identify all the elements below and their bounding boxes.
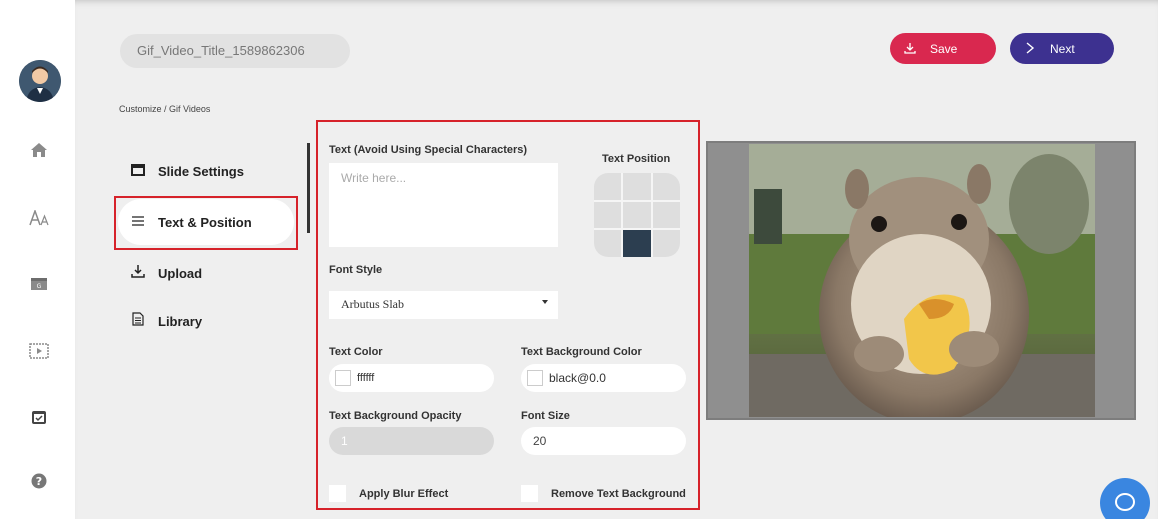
position-top-center[interactable] xyxy=(623,173,651,200)
preview-image xyxy=(749,144,1095,417)
gif-icon[interactable]: G xyxy=(28,273,50,295)
font-style-select[interactable]: Arbutus Slab xyxy=(329,291,558,319)
position-top-left[interactable] xyxy=(594,173,622,200)
menu-item-label: Library xyxy=(158,313,203,329)
menu-item-upload[interactable]: Upload xyxy=(118,250,294,296)
bg-color-value: black@0.0 xyxy=(549,371,606,385)
position-middle-right[interactable] xyxy=(652,201,680,229)
bg-color-field[interactable]: black@0.0 xyxy=(521,364,686,392)
next-button[interactable]: Next xyxy=(1010,33,1114,64)
remove-bg-label: Remove Text Background xyxy=(551,488,686,500)
text-color-value: ffffff xyxy=(357,372,375,384)
text-color-field[interactable]: ffffff xyxy=(329,364,494,392)
upload-icon xyxy=(118,264,158,282)
svg-text:?: ? xyxy=(36,475,42,488)
home-icon[interactable] xyxy=(28,139,50,161)
page: G ? Gif_Video_Title_1589862306 Customize… xyxy=(0,0,1158,519)
menu-item-label: Upload xyxy=(158,265,203,281)
blur-checkbox[interactable] xyxy=(329,485,346,502)
font-style-value: Arbutus Slab xyxy=(341,297,404,311)
position-bottom-left[interactable] xyxy=(594,230,622,257)
menu-item-slide-settings[interactable]: Slide Settings xyxy=(118,148,294,194)
bg-color-label: Text Background Color xyxy=(521,346,642,358)
breadcrumb: Customize / Gif Videos xyxy=(119,104,211,114)
opacity-label: Text Background Opacity xyxy=(329,410,462,422)
video-title-input[interactable]: Gif_Video_Title_1589862306 xyxy=(120,34,350,68)
help-icon[interactable]: ? xyxy=(28,470,50,492)
caret-down-icon xyxy=(542,300,548,304)
menu-item-library[interactable]: Library xyxy=(118,298,294,344)
font-size-input[interactable]: 20 xyxy=(521,427,686,455)
font-size-label: Font Size xyxy=(521,410,570,422)
video-icon[interactable] xyxy=(28,340,50,362)
menu-item-label: Slide Settings xyxy=(158,163,244,179)
blur-label: Apply Blur Effect xyxy=(359,488,449,500)
remove-bg-checkbox[interactable] xyxy=(521,485,538,502)
left-rail: G ? xyxy=(0,0,75,519)
calendar-icon[interactable] xyxy=(28,406,50,428)
bg-color-swatch[interactable] xyxy=(527,370,543,386)
chat-icon xyxy=(1115,493,1135,511)
svg-text:G: G xyxy=(37,283,42,290)
avatar[interactable] xyxy=(19,60,61,102)
save-label: Save xyxy=(930,41,958,56)
chevron-right-icon xyxy=(1010,41,1050,57)
document-icon xyxy=(118,312,158,330)
position-middle-center[interactable] xyxy=(623,201,651,229)
menu-scrollbar[interactable] xyxy=(307,143,310,233)
text-color-label: Text Color xyxy=(329,346,383,358)
slide-icon xyxy=(118,163,158,180)
position-middle-left[interactable] xyxy=(594,201,622,229)
text-input[interactable]: Write here... xyxy=(329,163,558,247)
text-position-grid xyxy=(594,173,680,257)
text-label: Text (Avoid Using Special Characters) xyxy=(329,144,528,156)
font-style-label: Font Style xyxy=(329,264,383,276)
gif-preview xyxy=(706,141,1136,420)
download-icon xyxy=(890,41,930,57)
text-position-label: Text Position xyxy=(602,153,671,165)
save-button[interactable]: Save xyxy=(890,33,996,64)
font-icon[interactable] xyxy=(28,207,50,229)
position-top-right[interactable] xyxy=(652,173,680,200)
next-label: Next xyxy=(1050,41,1075,56)
active-menu-highlight xyxy=(114,196,298,250)
text-color-swatch[interactable] xyxy=(335,370,351,386)
opacity-input[interactable]: 1 xyxy=(329,427,494,455)
position-bottom-center[interactable] xyxy=(623,230,651,257)
